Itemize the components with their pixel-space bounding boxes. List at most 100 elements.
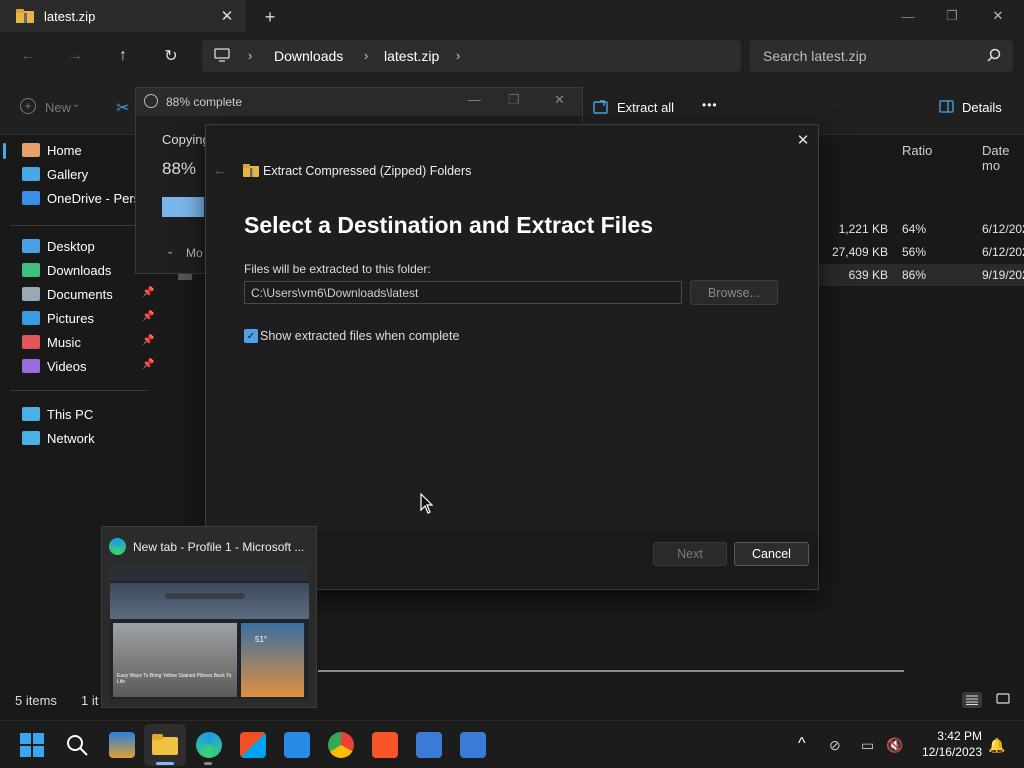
volume-muted-icon[interactable]: 🔇 [886, 737, 903, 754]
refresh-button[interactable]: ↻ [159, 45, 183, 67]
start-icon[interactable] [20, 733, 44, 760]
new-plus-icon: + [20, 98, 36, 114]
sidebar-item-label: Home [47, 142, 82, 158]
destination-path-value: C:\Users\vm6\Downloads\latest [251, 286, 419, 300]
sidebar-item-documents[interactable]: Documents [22, 283, 113, 305]
thumbnail-headline: Easy Ways To Bring Yellow Stained Pillow… [117, 673, 232, 685]
browse-button[interactable]: Browse... [690, 280, 778, 305]
pin-icon[interactable]: 📌 [142, 311, 154, 322]
extract-all-button[interactable]: Extract all [617, 100, 674, 115]
sidebar-item-label: Videos [47, 358, 87, 374]
new-tab-button[interactable]: + [258, 6, 282, 28]
cut-icon[interactable]: ✂ [116, 98, 129, 118]
column-header-ratio[interactable]: Ratio [902, 143, 932, 158]
new-button[interactable]: New [45, 100, 71, 115]
next-button[interactable]: Next [653, 542, 727, 566]
monitor-icon [214, 48, 230, 62]
copying-label: Copying [162, 132, 210, 147]
brave-nightly-icon[interactable] [460, 732, 486, 758]
search-icon [987, 48, 1001, 62]
breadcrumb-downloads[interactable]: Downloads [274, 48, 343, 64]
dialog-heading: Select a Destination and Extract Files [244, 212, 654, 238]
clock-date[interactable]: 12/16/2023 [912, 745, 982, 759]
mail-icon[interactable] [284, 732, 310, 758]
brave-beta-icon[interactable] [416, 732, 442, 758]
sidebar-item-label: Downloads [47, 262, 112, 278]
sidebar-item-label: Desktop [47, 238, 95, 254]
close-window-button[interactable]: ✕ [978, 5, 1018, 27]
notification-bell-icon[interactable]: 🔔 [988, 737, 1005, 754]
tab-latest-zip[interactable]: latest.zip ✕ [0, 0, 246, 32]
up-button[interactable]: ↑ [111, 45, 135, 67]
sidebar-item-music[interactable]: Music [22, 331, 81, 353]
search-icon[interactable] [65, 733, 89, 760]
details-view-icon[interactable] [962, 692, 982, 708]
more-options-button[interactable]: ••• [702, 98, 718, 112]
brave-icon[interactable] [372, 732, 398, 758]
progress-percent: 88% [162, 159, 197, 178]
details-button[interactable]: Details [962, 100, 1002, 115]
chevron-down-icon[interactable]: ⌄ [166, 246, 174, 257]
tab-title: latest.zip [44, 8, 96, 24]
active-indicator [156, 762, 174, 765]
table-cell-date: 6/12/202 [982, 245, 1024, 259]
back-button[interactable]: ← [16, 45, 40, 67]
gallery-icon [22, 167, 40, 181]
forward-button[interactable]: → [63, 45, 87, 67]
desktop-icon [22, 239, 40, 253]
sidebar-item-network[interactable]: Network [22, 427, 95, 449]
chrome-icon[interactable] [328, 732, 354, 758]
minimize-button[interactable]: — [888, 5, 928, 27]
horizontal-scrollbar[interactable] [318, 670, 904, 672]
sidebar-divider [10, 225, 148, 226]
maximize-button[interactable]: ❐ [932, 5, 972, 27]
search-input[interactable]: Search latest.zip [750, 40, 1013, 72]
sidebar-item-onedrive[interactable]: OneDrive - Perso [22, 187, 147, 209]
destination-path-field[interactable]: C:\Users\vm6\Downloads\latest [244, 281, 682, 304]
sidebar-item-desktop[interactable]: Desktop [22, 235, 95, 257]
search-placeholder: Search latest.zip [763, 48, 867, 64]
taskbar-thumbnail-preview[interactable]: New tab - Profile 1 - Microsoft ... 51° … [101, 526, 317, 708]
sidebar-item-gallery[interactable]: Gallery [22, 163, 88, 185]
edge-icon[interactable] [196, 732, 222, 758]
close-icon[interactable]: ✕ [554, 92, 565, 108]
dialog-back-button[interactable]: ← [213, 162, 227, 178]
sidebar-item-pictures[interactable]: Pictures [22, 307, 94, 329]
column-header-date[interactable]: Date mo [982, 143, 1024, 173]
sidebar-item-home[interactable]: Home [22, 139, 82, 161]
sidebar-item-label: This PC [47, 406, 94, 422]
progress-title: 88% complete [166, 95, 243, 109]
tiles-view-icon[interactable] [996, 693, 1010, 705]
items-count: 5 items [15, 693, 57, 708]
cancel-button[interactable]: Cancel [734, 542, 809, 566]
address-bar[interactable]: › Downloads › latest.zip › [202, 40, 741, 72]
sidebar-item-label: Pictures [47, 310, 94, 326]
tab-close-icon[interactable]: ✕ [218, 7, 236, 25]
show-files-checkbox[interactable]: ✓ [244, 329, 258, 343]
maximize-icon[interactable]: ❐ [508, 92, 520, 108]
pin-icon[interactable]: 📌 [142, 359, 154, 370]
sidebar-item-videos[interactable]: Videos [22, 355, 87, 377]
show-files-label[interactable]: Show extracted files when complete [260, 329, 459, 343]
music-icon [22, 335, 40, 349]
pin-icon[interactable]: 📌 [142, 335, 154, 346]
sidebar-item-label: Music [47, 334, 81, 350]
file-explorer-icon[interactable] [152, 733, 178, 758]
no-network-icon[interactable]: ⊘ [829, 737, 841, 754]
table-cell-size: 1,221 KB [838, 222, 888, 236]
store-icon[interactable] [240, 732, 266, 758]
minimize-icon[interactable]: — [468, 92, 481, 107]
more-details-button[interactable]: Mo [186, 246, 203, 260]
chevron-right-icon[interactable]: › [456, 48, 460, 63]
display-icon[interactable]: ▭ [861, 737, 874, 754]
pin-icon[interactable]: 📌 [142, 287, 154, 298]
close-dialog-button[interactable]: ✕ [794, 131, 812, 149]
clock-time[interactable]: 3:42 PM [930, 729, 982, 743]
sidebar-item-downloads[interactable]: Downloads [22, 259, 111, 281]
download-icon [22, 263, 40, 277]
edge-beta-icon[interactable] [109, 732, 135, 758]
sidebar-item-this[interactable]: This PC [22, 403, 93, 425]
chevron-right-icon: › [248, 48, 253, 63]
tray-chevron-icon[interactable]: ^ [798, 735, 806, 753]
breadcrumb-latest-zip[interactable]: latest.zip [384, 48, 439, 64]
